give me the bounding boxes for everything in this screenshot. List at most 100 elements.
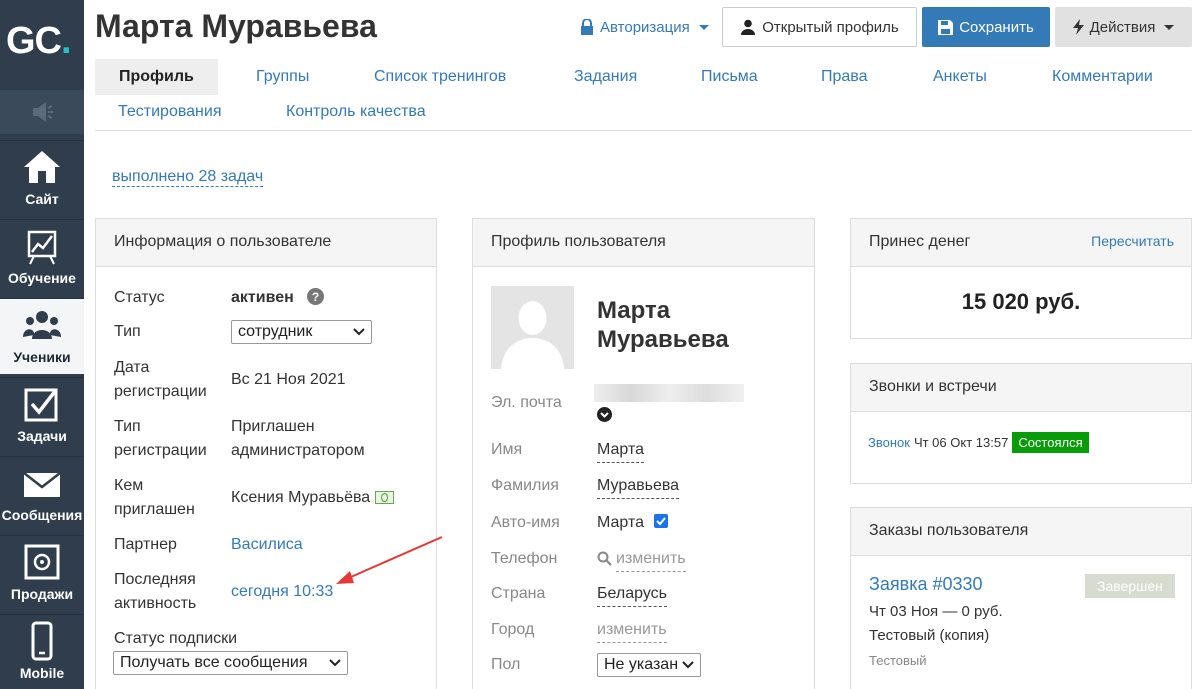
sidebar-item-tasks[interactable]: Задачи — [0, 377, 84, 453]
tab-letters[interactable]: Письма — [701, 68, 758, 86]
user-info-panel: Информация о пользователе Статус активен… — [95, 218, 437, 689]
tab-comments[interactable]: Комментарии — [1052, 68, 1153, 86]
invited-label-2: приглашен — [114, 501, 195, 518]
gender-select[interactable]: Не указан — [597, 653, 701, 677]
tab-testing[interactable]: Тестирования — [118, 103, 222, 121]
help-icon[interactable]: ? — [307, 288, 324, 305]
profile-name-line-1: Марта — [597, 297, 671, 324]
sidebar: GC. Сайт Обучение Ученики Задачи Сообщен… — [0, 0, 84, 689]
tab-trainings[interactable]: Список тренингов — [374, 68, 506, 86]
sidebar-item-label: Сообщения — [1, 507, 83, 523]
save-button[interactable]: Сохранить — [922, 7, 1050, 47]
authorization-label: Авторизация — [600, 18, 690, 36]
orders-panel: Заказы пользователя Заявка #0330 Заверше… — [850, 507, 1192, 689]
tab-groups[interactable]: Группы — [256, 68, 309, 86]
call-status-badge: Состоялся — [1012, 432, 1089, 453]
sidebar-item-label: Mobile — [19, 665, 65, 681]
phone-edit-link[interactable]: изменить — [616, 547, 686, 572]
tab-rights[interactable]: Права — [821, 68, 868, 86]
chevron-circle-down-icon[interactable] — [597, 407, 612, 422]
type-label: Тип — [114, 323, 141, 340]
sidebar-item-messages[interactable]: Сообщения — [0, 456, 84, 532]
safe-icon — [24, 544, 60, 580]
sidebar-item-label: Обучение — [8, 270, 76, 286]
collapse-toggle[interactable] — [0, 90, 84, 134]
calls-panel: Звонки и встречи Звонок Чт 06 Окт 13:57 … — [850, 363, 1192, 484]
last-name-value[interactable]: Муравьева — [597, 474, 680, 499]
partner-link[interactable]: Василиса — [231, 533, 303, 557]
gender-select-value: Не указан — [604, 656, 679, 673]
avatar[interactable] — [491, 286, 574, 369]
save-label: Сохранить — [959, 18, 1034, 36]
money-icon — [375, 491, 394, 504]
reg-date-value: Вс 21 Ноя 2021 — [231, 371, 346, 388]
bolt-icon — [1072, 19, 1084, 35]
tab-forms[interactable]: Анкеты — [933, 68, 987, 86]
last-activity-label-2: активность — [114, 595, 197, 612]
reg-type-label-2: регистрации — [114, 442, 207, 459]
sidebar-item-mobile[interactable]: Mobile — [0, 614, 84, 689]
country-label: Страна — [491, 585, 546, 602]
actions-label: Действия — [1089, 18, 1156, 36]
call-item: Звонок Чт 06 Окт 13:57 Состоялся — [868, 432, 1089, 453]
first-name-label: Имя — [491, 441, 523, 458]
open-profile-label: Открытый профиль — [762, 18, 899, 36]
actions-dropdown[interactable]: Действия — [1055, 7, 1192, 47]
sidebar-item-site[interactable]: Сайт — [0, 140, 84, 216]
first-name-value[interactable]: Марта — [597, 438, 644, 463]
chevron-down-icon — [682, 661, 694, 669]
search-icon — [597, 551, 612, 566]
money-panel: Принес денег Пересчитать 15 020 руб. — [850, 218, 1192, 339]
last-name-label: Фамилия — [491, 477, 559, 494]
reg-type-label-1: Тип — [114, 418, 141, 435]
annotation-arrow — [336, 536, 443, 584]
email-label: Эл. почта — [491, 394, 562, 411]
country-value[interactable]: Беларусь — [597, 582, 667, 607]
profile-name-line-2: Муравьева — [597, 326, 729, 353]
status-label: Статус — [114, 289, 165, 306]
calls-title: Звонки и встречи — [851, 364, 1191, 412]
sidebar-item-sales[interactable]: Продажи — [0, 535, 84, 611]
tasks-done-link[interactable]: выполнено 28 задач — [112, 168, 264, 187]
city-label: Город — [491, 621, 535, 638]
sidebar-item-learning[interactable]: Обучение — [0, 219, 84, 295]
open-profile-button[interactable]: Открытый профиль — [722, 7, 917, 47]
status-value: активен — [231, 289, 294, 306]
recalculate-link[interactable]: Пересчитать — [1091, 233, 1174, 249]
logo-text: GC. — [6, 20, 72, 62]
sidebar-item-label: Продажи — [10, 586, 74, 602]
tab-profile[interactable]: Профиль — [95, 59, 218, 95]
tabs-divider — [95, 130, 1192, 131]
users-icon — [23, 311, 61, 339]
user-info-title: Информация о пользователе — [96, 219, 436, 267]
order-name: Тестовый (копия) — [869, 627, 990, 644]
call-date: Чт 06 Окт 13:57 — [913, 435, 1009, 450]
page-title: Марта Муравьева — [95, 8, 377, 44]
sidebar-item-students[interactable]: Ученики — [0, 298, 84, 374]
city-edit-link[interactable]: изменить — [597, 618, 667, 643]
subscription-select-value: Получать все сообщения — [120, 654, 308, 671]
tab-assignments[interactable]: Задания — [574, 68, 637, 86]
orders-title: Заказы пользователя — [851, 508, 1191, 556]
profile-panel: Профиль пользователя Марта Муравьева Эл.… — [472, 218, 815, 689]
caret-down-icon — [1164, 24, 1175, 30]
profile-title: Профиль пользователя — [473, 219, 814, 267]
tab-quality-control[interactable]: Контроль качества — [286, 103, 426, 121]
call-link[interactable]: Звонок — [868, 435, 910, 450]
last-activity-link[interactable]: сегодня 10:33 — [231, 580, 333, 604]
lock-icon — [581, 19, 593, 35]
logo[interactable]: GC. — [0, 0, 84, 90]
type-select-value: сотрудник — [238, 323, 313, 340]
email-value-blurred — [594, 384, 744, 402]
chevron-down-icon — [329, 659, 341, 667]
order-link[interactable]: Заявка #0330 — [869, 574, 983, 595]
sidebar-item-label: Сайт — [25, 191, 59, 207]
order-status-badge: Завершен — [1085, 574, 1175, 598]
auto-name-checkbox[interactable] — [654, 514, 668, 528]
caret-down-icon — [698, 24, 709, 30]
type-select[interactable]: сотрудник — [231, 320, 372, 344]
money-amount: 15 020 руб. — [961, 289, 1081, 314]
authorization-dropdown[interactable]: Авторизация — [568, 7, 721, 47]
reg-date-label-1: Дата — [114, 359, 150, 376]
subscription-select[interactable]: Получать все сообщения — [113, 651, 348, 675]
